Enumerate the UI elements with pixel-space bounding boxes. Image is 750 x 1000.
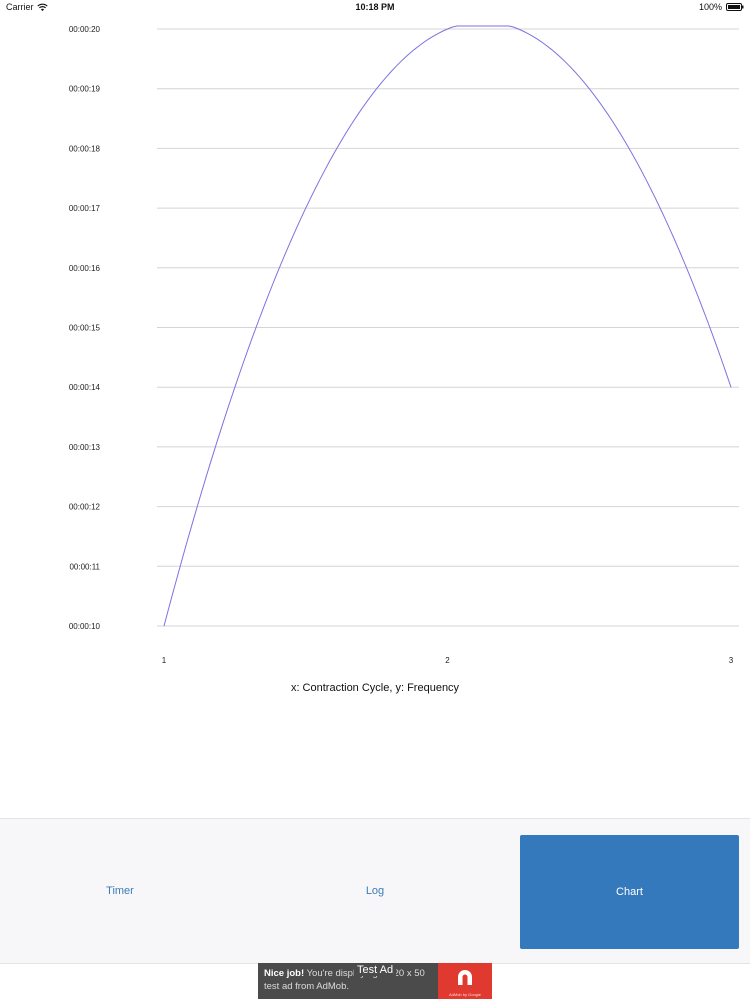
y-tick-label: 00:00:12 [69, 503, 101, 512]
y-tick-label: 00:00:20 [69, 25, 101, 34]
y-tick-label: 00:00:14 [69, 383, 101, 392]
tab-chart-label: Chart [616, 886, 643, 898]
chart-caption: x: Contraction Cycle, y: Frequency [290, 682, 460, 694]
ad-banner[interactable]: Nice job! You're displaying a 320 x 50 t… [258, 963, 492, 999]
y-axis-tick-labels: 00:00:10 00:00:11 00:00:12 00:00:13 00:00:14… [69, 25, 101, 631]
y-tick-label: 00:00:17 [69, 204, 101, 213]
x-tick-label: 2 [445, 656, 450, 665]
ad-headline: Nice job! [264, 968, 305, 979]
x-tick-label: 1 [162, 656, 167, 665]
ad-test-label: Test Ad [354, 964, 397, 976]
tab-log[interactable]: Log [255, 819, 495, 963]
tab-timer[interactable]: Timer [0, 819, 240, 963]
line-chart: 00:00:10 00:00:11 00:00:12 00:00:13 00:00:14… [69, 25, 739, 665]
y-tick-label: 00:00:11 [69, 562, 100, 571]
ad-message: Nice job! You're displaying a 320 x 50 t… [264, 967, 439, 993]
admob-caption: AdMob by Google [448, 992, 482, 997]
y-tick-label: 00:00:19 [69, 85, 101, 94]
grid-lines [157, 28, 739, 627]
tab-timer-label: Timer [106, 885, 134, 897]
y-tick-label: 00:00:15 [69, 324, 101, 333]
y-tick-label: 00:00:16 [69, 264, 101, 273]
admob-icon [458, 970, 472, 985]
y-tick-label: 00:00:13 [69, 443, 101, 452]
admob-logo: AdMob by Google [438, 963, 492, 999]
tab-bar: Timer Log Chart [0, 818, 750, 964]
x-tick-label: 3 [729, 656, 734, 665]
y-tick-label: 00:00:18 [69, 144, 101, 153]
series-line [163, 25, 732, 627]
tab-log-label: Log [365, 885, 385, 897]
x-axis-tick-labels: 1 2 3 [162, 656, 734, 665]
y-tick-label: 00:00:10 [69, 622, 101, 631]
tab-chart[interactable]: Chart [520, 835, 739, 949]
chart-screen: Carrier 10:18 PM 100% 00:00:10 00:00:11 00… [0, 0, 750, 1000]
